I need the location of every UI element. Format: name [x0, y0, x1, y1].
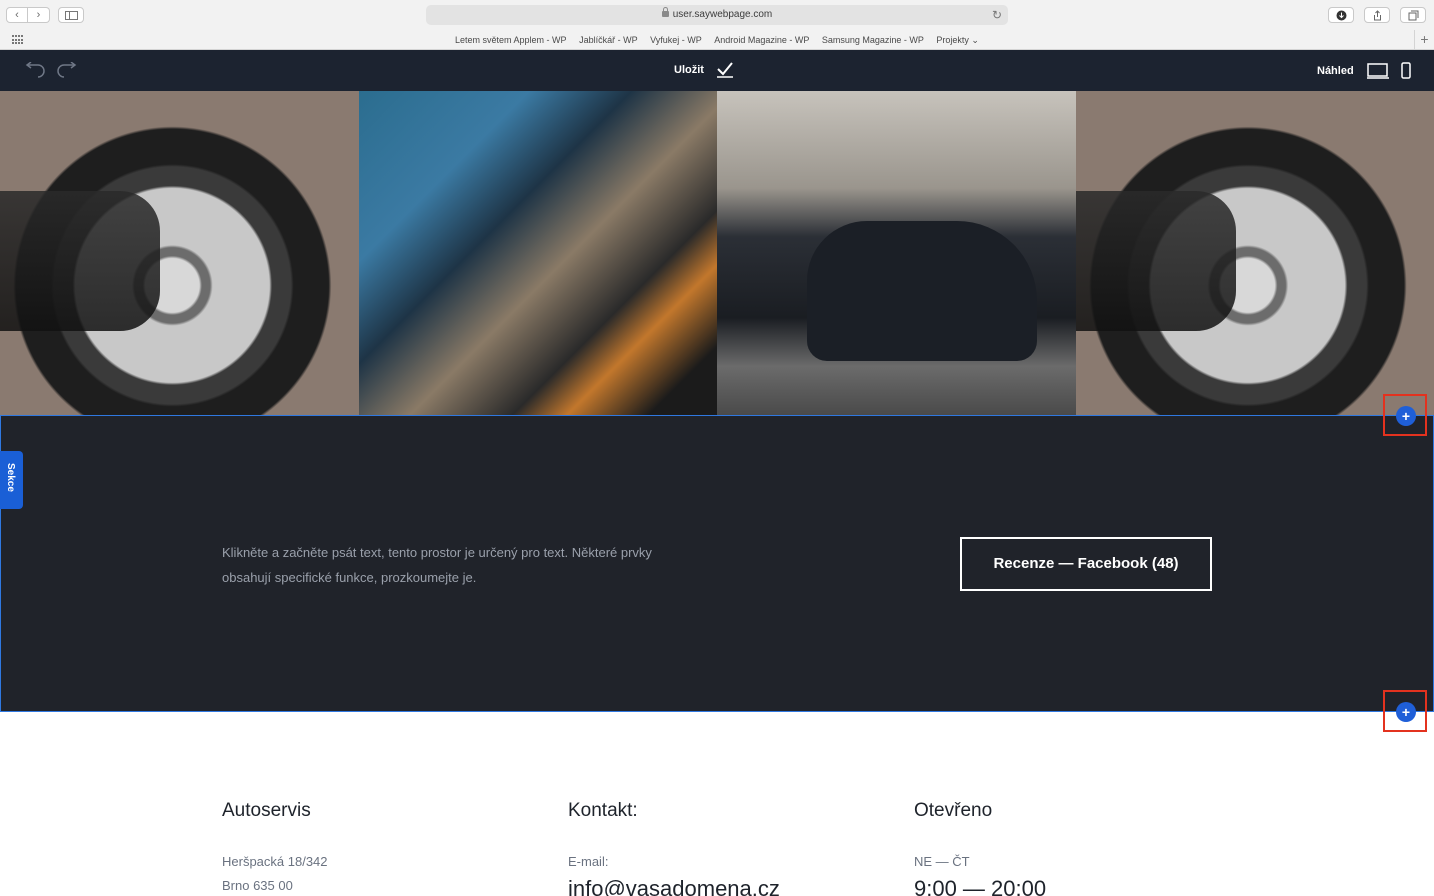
bookmark-item[interactable]: Letem světem Applem - WP — [455, 35, 567, 45]
section-text[interactable]: Klikněte a začněte psát text, tento pros… — [222, 540, 702, 590]
browser-toolbar: ‹ › user.saywebpage.com ↻ — [0, 0, 1434, 30]
footer-title[interactable]: Kontakt: — [568, 800, 780, 822]
footer-title[interactable]: Autoservis — [222, 800, 328, 822]
address-city[interactable]: Brno 635 00 — [222, 874, 328, 896]
bookmark-item[interactable]: Jablíčkář - WP — [579, 35, 638, 45]
bookmark-folder[interactable]: Projekty ⌄ — [936, 35, 979, 45]
lock-icon — [661, 7, 669, 17]
undo-icon[interactable] — [24, 62, 46, 78]
bookmark-list: Letem světem Applem - WP Jablíčkář - WP … — [0, 30, 1434, 50]
section-tab[interactable]: Sekce — [0, 451, 23, 509]
history-nav: ‹ › — [6, 7, 50, 23]
photo-gallery[interactable] — [0, 91, 1434, 415]
gallery-photo-garage — [717, 91, 1076, 415]
footer-hours: Otevřeno NE — ČT 9:00 — 20:00 — [914, 800, 1046, 896]
preview-button[interactable]: Náhled — [1317, 65, 1354, 77]
content-section[interactable] — [0, 415, 1434, 712]
sidebar-icon — [65, 11, 78, 20]
desktop-view-icon[interactable] — [1367, 63, 1389, 79]
save-label: Uložit — [674, 64, 704, 76]
save-button[interactable]: Uložit — [674, 62, 734, 78]
address-bar[interactable]: user.saywebpage.com ↻ — [426, 5, 1008, 25]
url-text: user.saywebpage.com — [672, 9, 773, 20]
tabs-overview-button[interactable] — [1400, 7, 1426, 23]
bookmark-item[interactable]: Samsung Magazine - WP — [822, 35, 924, 45]
download-icon — [1336, 10, 1347, 21]
share-icon — [1374, 10, 1381, 21]
add-section-highlight-top: + — [1383, 394, 1427, 436]
redo-icon[interactable] — [56, 62, 78, 78]
address-street[interactable]: Heršpacká 18/342 — [222, 850, 328, 874]
checkmark-icon — [716, 62, 733, 78]
gallery-photo-wheel — [0, 91, 359, 415]
bookmark-item[interactable]: Android Magazine - WP — [714, 35, 809, 45]
gallery-photo-wheel — [1075, 91, 1434, 415]
browser-tools — [1328, 7, 1426, 23]
footer-contact: Kontakt: E-mail: info@vasadomena.cz — [568, 800, 780, 896]
add-section-button[interactable]: + — [1396, 702, 1416, 722]
bookmarks-bar: Letem světem Applem - WP Jablíčkář - WP … — [0, 30, 1434, 50]
email-value[interactable]: info@vasadomena.cz — [568, 874, 780, 896]
add-section-highlight-bottom: + — [1383, 690, 1427, 732]
section-tab-label: Sekce — [5, 463, 16, 492]
reload-icon[interactable]: ↻ — [992, 5, 1002, 25]
email-label[interactable]: E-mail: — [568, 850, 780, 874]
bookmark-item[interactable]: Vyfukej - WP — [650, 35, 702, 45]
hours-time[interactable]: 9:00 — 20:00 — [914, 874, 1046, 896]
footer-title[interactable]: Otevřeno — [914, 800, 1046, 822]
gallery-photo-mechanic — [358, 91, 717, 415]
back-button[interactable]: ‹ — [6, 7, 28, 23]
share-button[interactable] — [1364, 7, 1390, 23]
mobile-view-icon[interactable] — [1401, 62, 1411, 79]
new-tab-button[interactable]: + — [1414, 30, 1434, 50]
sidebar-toggle-button[interactable] — [58, 7, 84, 23]
tabs-icon — [1408, 10, 1419, 21]
downloads-button[interactable] — [1328, 7, 1354, 23]
editor-toolbar: Uložit Náhled — [0, 50, 1434, 91]
forward-button[interactable]: › — [28, 7, 50, 23]
footer-address: Autoservis Heršpacká 18/342 Brno 635 00 — [222, 800, 328, 896]
add-section-button[interactable]: + — [1396, 406, 1416, 426]
hours-days[interactable]: NE — ČT — [914, 850, 1046, 874]
reviews-facebook-button[interactable]: Recenze — Facebook (48) — [960, 537, 1212, 591]
